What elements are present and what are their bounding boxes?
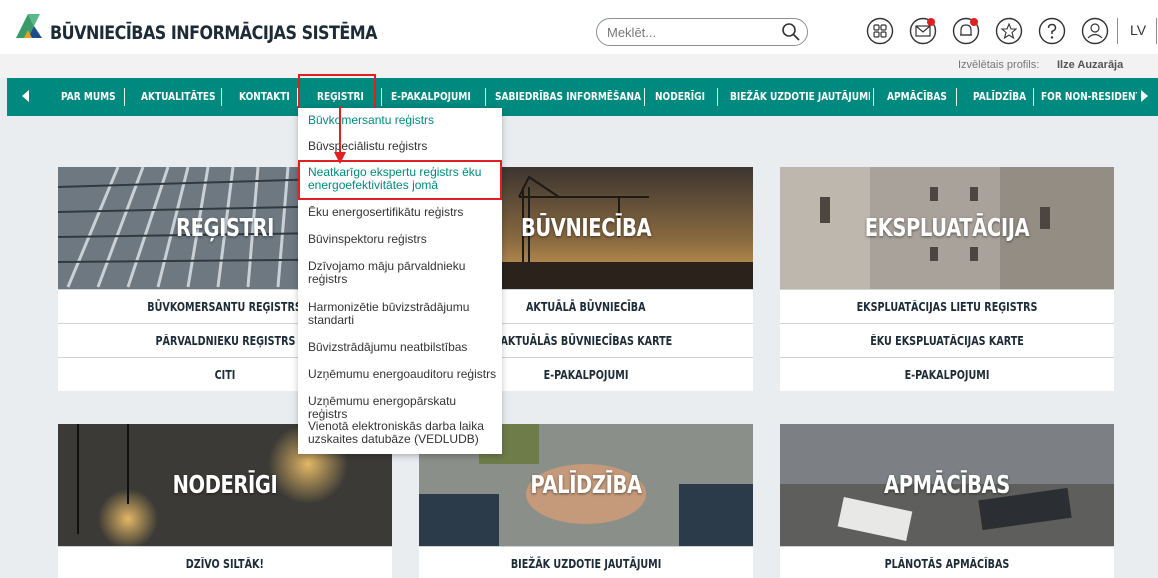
nav-item-label: NODERĪGI <box>655 90 705 103</box>
nav-item-par-mums[interactable]: PAR MUMS <box>61 78 121 116</box>
nav-divider <box>124 88 125 106</box>
nav-item-kontakti[interactable]: KONTAKTI <box>239 78 289 116</box>
search-box[interactable] <box>596 18 808 46</box>
nav-item-label: PAR MUMS <box>61 90 116 103</box>
tile-link-label: AKTUĀLĀS BŪVNIECĪBAS KARTE <box>500 334 672 348</box>
header: BŪVNIECĪBAS INFORMĀCIJAS SISTĒMA Meklēt.… <box>0 0 1158 54</box>
main-nav: PAR MUMS AKTUALITĀTES KONTAKTI REĢISTRI … <box>7 78 1158 116</box>
nav-item-sabiedribas-informesana[interactable]: SABIEDRĪBAS INFORMĒŠANA <box>495 78 641 116</box>
tile-link-dzivo-siltak[interactable]: DZĪVO SILTĀK! <box>58 546 392 578</box>
tile-link-biezak-uzdotie-jautajumi[interactable]: BIEŽĀK UZDOTIE JAUTĀJUMI <box>419 546 753 578</box>
nav-item-for-non-residents[interactable]: FOR NON-RESIDENTS <box>1041 78 1137 116</box>
tile-link-label: DZĪVO SILTĀK! <box>185 557 265 571</box>
nav-divider <box>221 88 222 106</box>
tile-link-label: E-PAKALPOJUMI <box>543 368 629 382</box>
nav-item-noderigi[interactable]: NODERĪGI <box>655 78 713 116</box>
nav-item-apmacibas[interactable]: APMĀCĪBAS <box>887 78 949 116</box>
tile-ekspluatacija-title: EKSPLUATĀCIJA <box>864 213 1030 242</box>
mail-icon[interactable] <box>909 17 937 45</box>
tile-link-label: PĀRVALDNIEKU REĢISTRS <box>155 334 295 348</box>
profile-bar: Izvēlētais profils: Ilze Auzarāja <box>0 54 1158 78</box>
nav-item-label: KONTAKTI <box>239 90 289 103</box>
tile-link-label: EKSPLUATĀCIJAS LIETU REĢISTRS <box>856 300 1038 314</box>
language-switch[interactable]: LV <box>1130 22 1146 38</box>
profile-name[interactable]: Ilze Auzarāja <box>1057 59 1123 71</box>
tile-ekspluatacija-image[interactable]: EKSPLUATĀCIJA <box>780 167 1114 289</box>
user-icon[interactable] <box>1081 17 1109 45</box>
page: BŪVNIECĪBAS INFORMĀCIJAS SISTĒMA Meklēt.… <box>0 0 1158 578</box>
nav-item-label: FOR NON-RESIDENTS <box>1041 90 1137 103</box>
menu-item-harmonizetie-standarti[interactable]: Harmonizētie būvizstrādājumu standarti <box>308 301 498 327</box>
nav-item-biezak-uzdotie-jautajumi[interactable]: BIEŽĀK UZDOTIE JAUTĀJUMI <box>730 78 870 116</box>
nav-divider <box>717 88 718 106</box>
nav-divider <box>644 88 645 106</box>
help-icon[interactable] <box>1038 17 1066 45</box>
nav-item-label: AKTUALITĀTES <box>141 90 216 103</box>
lang-divider <box>1117 18 1118 44</box>
tile-link-e-pakalpojumi-2[interactable]: E-PAKALPOJUMI <box>780 357 1114 391</box>
nav-item-aktualitates[interactable]: AKTUALITĀTES <box>141 78 217 116</box>
nav-divider <box>873 88 874 106</box>
lang-divider-right <box>1156 18 1157 44</box>
tile-apmacibas: APMĀCĪBAS PLĀNOTĀS APMĀCĪBAS <box>780 424 1114 578</box>
tile-link-label: ĒKU EKSPLUATĀCIJAS KARTE <box>870 334 1024 348</box>
nav-item-label: SABIEDRĪBAS INFORMĒŠANA <box>495 90 641 103</box>
tile-link-ekspluatacijas-lietu-registrs[interactable]: EKSPLUATĀCIJAS LIETU REĢISTRS <box>780 289 1114 323</box>
logo-icon[interactable] <box>14 10 44 40</box>
menu-item-energoauditoru-registrs[interactable]: Uzņēmumu energoauditoru reģistrs <box>308 368 498 381</box>
tile-link-label: BŪVKOMERSANTU REĢISTRS <box>147 300 303 314</box>
tile-noderigi-title: NODERĪGI <box>172 470 278 499</box>
tile-link-eku-ekspluatacijas-karte[interactable]: ĒKU EKSPLUATĀCIJAS KARTE <box>780 323 1114 357</box>
star-icon[interactable] <box>995 17 1023 45</box>
nav-item-label: PALĪDZĪBA <box>973 90 1027 103</box>
tile-apmacibas-image[interactable]: APMĀCĪBAS <box>780 424 1114 546</box>
tile-apmacibas-title: APMĀCĪBAS <box>884 470 1010 499</box>
profile-label: Izvēlētais profils: <box>958 59 1040 71</box>
menu-item-highlight-box <box>298 160 502 200</box>
search-input[interactable] <box>607 23 777 41</box>
nav-scroll-right-icon[interactable] <box>1141 90 1148 102</box>
menu-item-vedludb[interactable]: Vienotā elektroniskās darba laika uzskai… <box>308 420 498 446</box>
tile-link-planotas-apmacibas[interactable]: PLĀNOTĀS APMĀCĪBAS <box>780 546 1114 578</box>
bell-icon[interactable] <box>952 17 980 45</box>
tile-link-label: E-PAKALPOJUMI <box>904 368 990 382</box>
nav-item-palidziba[interactable]: PALĪDZĪBA <box>973 78 1029 116</box>
menu-item-buvinspektoru-registrs[interactable]: Būvinspektoru reģistrs <box>308 233 498 246</box>
nav-scroll-left-icon[interactable] <box>22 90 29 102</box>
nav-divider <box>381 88 382 106</box>
menu-item-dzivojamo-maju-parvaldnieku-registrs[interactable]: Dzīvojamo māju pārvaldnieku reģistrs <box>308 260 498 286</box>
nav-divider <box>1033 88 1034 106</box>
tile-palidziba-title: PALĪDZĪBA <box>530 470 642 499</box>
search-icon[interactable] <box>781 22 801 42</box>
menu-item-buvizstradajumu-neatbilstibas[interactable]: Būvizstrādājumu neatbilstības <box>308 341 498 354</box>
nav-divider <box>485 88 486 106</box>
tile-link-label: PLĀNOTĀS APMĀCĪBAS <box>884 557 1010 571</box>
menu-item-energoparskatu-registrs[interactable]: Uzņēmumu energopārskatu reģistrs <box>308 395 498 421</box>
tile-ekspluatacija: EKSPLUATĀCIJA EKSPLUATĀCIJAS LIETU REĢIS… <box>780 167 1114 391</box>
annotation-arrow-icon <box>334 106 346 164</box>
site-title[interactable]: BŪVNIECĪBAS INFORMĀCIJAS SISTĒMA <box>50 22 378 44</box>
tile-link-label: CITI <box>214 368 236 382</box>
nav-item-label: BIEŽĀK UZDOTIE JAUTĀJUMI <box>730 90 870 103</box>
nav-divider <box>956 88 957 106</box>
menu-item-eku-energosertifikatu-registrs[interactable]: Ēku energosertifikātu reģistrs <box>308 206 498 219</box>
tile-link-label: AKTUĀLĀ BŪVNIECĪBA <box>526 300 646 314</box>
nav-item-label: APMĀCĪBAS <box>887 90 947 103</box>
apps-icon[interactable] <box>866 17 894 45</box>
tile-link-label: BIEŽĀK UZDOTIE JAUTĀJUMI <box>510 557 662 571</box>
